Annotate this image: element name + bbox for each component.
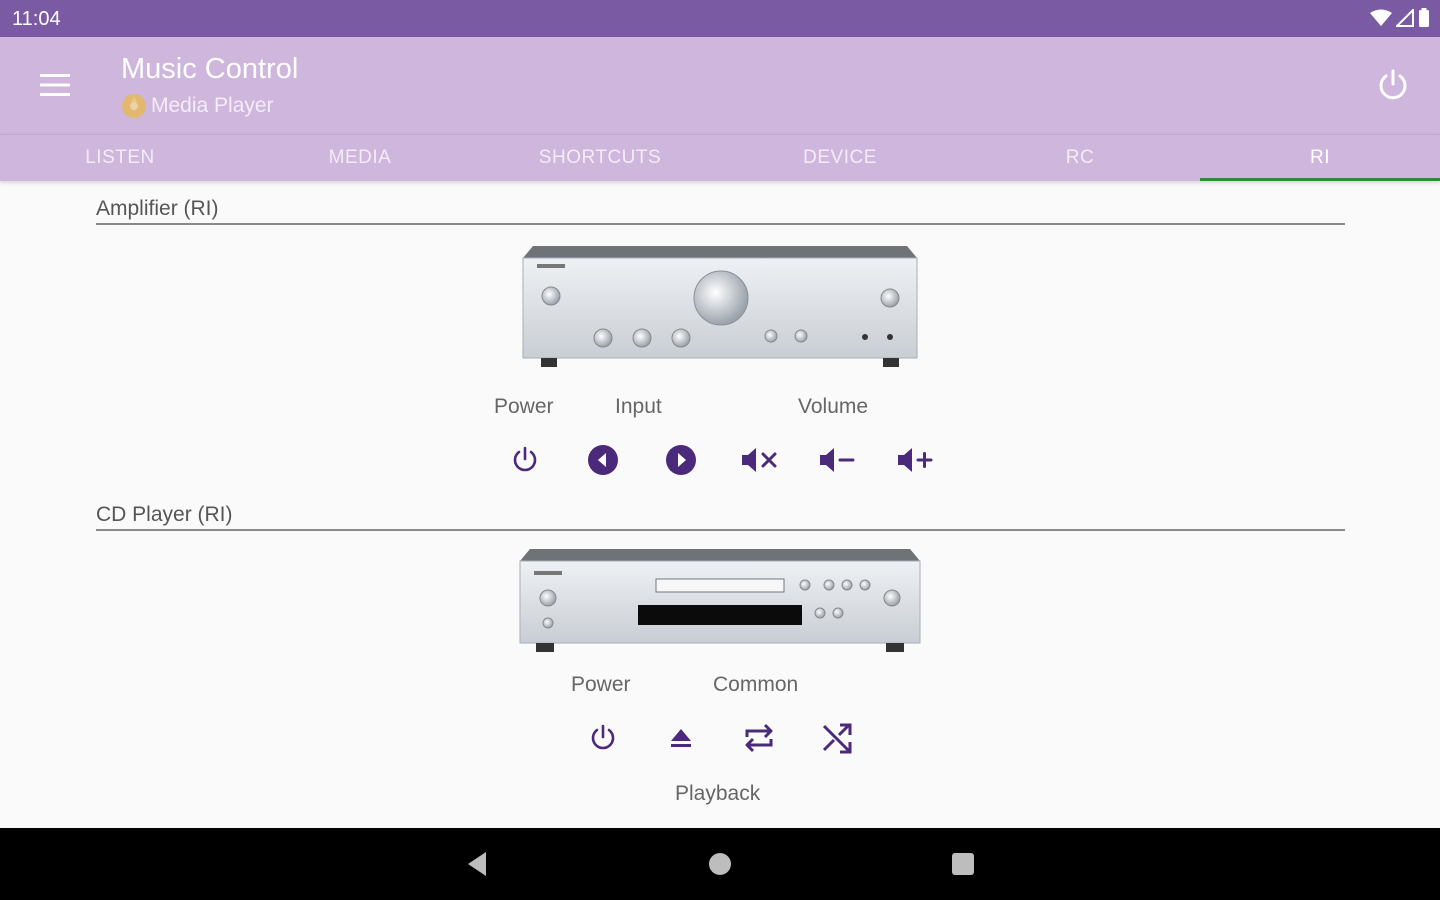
amplifier-section-title: Amplifier (RI) (96, 197, 219, 220)
amp-input-label: Input (615, 395, 662, 418)
tab-shortcuts[interactable]: SHORTCUTS (480, 135, 720, 181)
recents-icon (952, 853, 974, 875)
cd-common-label: Common (713, 673, 799, 696)
cd-repeat-button[interactable] (739, 718, 779, 758)
cd-playback-label: Playback (675, 782, 761, 805)
status-time: 11:04 (12, 8, 61, 30)
tab-listen[interactable]: LISTEN (0, 135, 240, 181)
previous-circle-icon (588, 445, 618, 475)
tab-media[interactable]: MEDIA (240, 135, 480, 181)
app-subtitle-text: Media Player (151, 94, 274, 117)
power-icon[interactable] (1376, 68, 1410, 102)
menu-icon[interactable] (38, 71, 72, 99)
next-circle-icon (666, 445, 696, 475)
wifi-icon (1370, 9, 1392, 26)
tab-ri[interactable]: RI (1200, 135, 1440, 181)
amp-volume-label: Volume (798, 395, 869, 418)
app-subtitle: Media Player (121, 93, 274, 119)
cd-player-image (519, 549, 921, 652)
amp-power-button[interactable] (505, 440, 545, 480)
app-title: Music Control (121, 53, 299, 85)
home-button[interactable] (702, 846, 738, 882)
amp-input-prev-button[interactable] (583, 440, 623, 480)
shuffle-icon (822, 723, 852, 754)
amp-volume-down-button[interactable] (817, 440, 857, 480)
volume-up-icon (898, 448, 933, 472)
home-icon (709, 853, 731, 875)
cd-divider (96, 529, 1345, 531)
tab-bar: LISTEN MEDIA SHORTCUTS DEVICE RC RI (0, 134, 1440, 181)
cd-section-title: CD Player (RI) (96, 503, 233, 526)
amplifier-image (522, 246, 918, 367)
power-icon (591, 724, 615, 750)
cd-power-button[interactable] (583, 718, 623, 758)
power-icon (513, 446, 537, 472)
eject-icon (671, 729, 691, 747)
repeat-icon (745, 723, 773, 753)
amp-power-label: Power (494, 395, 554, 418)
recents-button[interactable] (945, 846, 981, 882)
back-button[interactable] (459, 846, 495, 882)
back-icon (468, 852, 486, 876)
navigation-bar (0, 828, 1440, 900)
cd-shuffle-button[interactable] (817, 718, 857, 758)
amp-volume-up-button[interactable] (895, 440, 935, 480)
cd-power-label: Power (571, 673, 631, 696)
cd-eject-button[interactable] (661, 718, 701, 758)
amplifier-divider (96, 223, 1345, 225)
tab-rc[interactable]: RC (960, 135, 1200, 181)
battery-icon (1419, 8, 1429, 27)
status-icons (1370, 8, 1430, 28)
app-bar: Music Control Media Player (0, 37, 1440, 134)
amp-input-next-button[interactable] (661, 440, 701, 480)
volume-down-icon (820, 448, 855, 472)
status-bar: 11:04 (0, 0, 1440, 37)
media-player-icon (122, 94, 146, 118)
volume-mute-icon (742, 448, 777, 472)
signal-icon (1396, 9, 1414, 27)
amp-mute-button[interactable] (739, 440, 779, 480)
tab-device[interactable]: DEVICE (720, 135, 960, 181)
